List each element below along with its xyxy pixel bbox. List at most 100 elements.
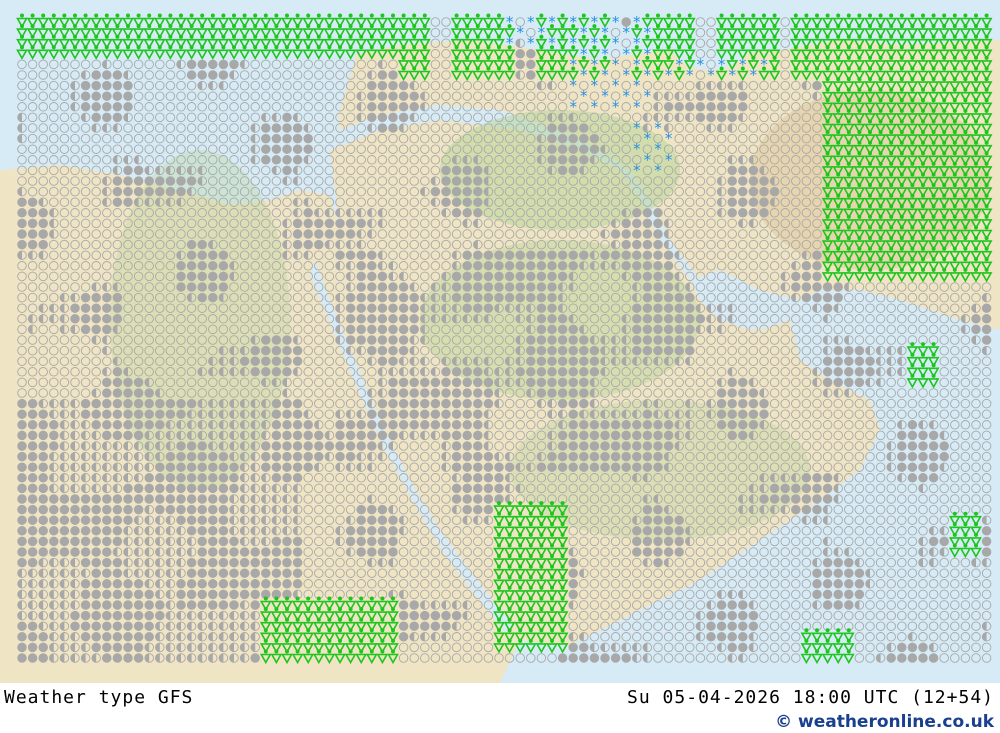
overcast-symbol <box>133 377 144 388</box>
overcast-symbol <box>462 282 472 292</box>
rain-drop-symbol <box>168 34 173 39</box>
overcast-symbol <box>536 282 547 292</box>
rain-drop-symbol <box>179 45 183 50</box>
overcast-symbol <box>557 430 568 441</box>
rain-drop-symbol <box>730 55 735 60</box>
overcast-symbol <box>155 420 165 430</box>
rain-drop-symbol <box>931 151 936 156</box>
rain-drop-symbol <box>857 172 862 177</box>
overcast-symbol <box>292 345 303 356</box>
rain-drop-symbol <box>232 45 236 50</box>
rain-drop-symbol <box>338 45 342 50</box>
rain-drop-symbol <box>380 24 385 29</box>
overcast-symbol <box>208 271 218 282</box>
overcast-symbol <box>621 261 631 271</box>
rain-drop-symbol <box>348 34 353 39</box>
overcast-symbol <box>536 314 547 324</box>
rain-drop-symbol <box>931 98 936 103</box>
overcast-symbol <box>271 420 282 430</box>
overcast-symbol <box>621 420 631 430</box>
overcast-symbol <box>473 420 483 430</box>
overcast-symbol <box>441 388 451 398</box>
overcast-symbol <box>706 91 716 101</box>
overcast-symbol <box>526 377 536 388</box>
overcast-symbol <box>547 250 557 260</box>
overcast-symbol <box>271 398 282 409</box>
rain-drop-symbol <box>189 13 194 18</box>
overcast-symbol <box>324 229 335 239</box>
overcast-symbol <box>451 208 462 218</box>
overcast-symbol <box>695 314 706 324</box>
overcast-symbol <box>133 165 144 176</box>
overcast-symbol <box>388 91 398 101</box>
rain-drop-symbol <box>846 257 851 262</box>
overcast-symbol <box>208 292 218 303</box>
overcast-symbol <box>642 282 653 292</box>
rain-drop-symbol <box>327 13 332 18</box>
overcast-symbol <box>727 208 737 218</box>
rain-drop-symbol <box>836 87 841 92</box>
overcast-symbol <box>80 324 91 335</box>
rain-drop-symbol <box>942 87 947 92</box>
overcast-symbol <box>112 102 123 112</box>
overcast-symbol <box>515 261 525 271</box>
overcast-symbol <box>282 409 292 419</box>
overcast-symbol <box>981 303 992 313</box>
rain-drop-symbol <box>846 193 851 198</box>
rain-drop-symbol <box>963 55 968 60</box>
overcast-symbol <box>345 303 356 313</box>
overcast-symbol <box>367 324 377 335</box>
overcast-symbol <box>557 398 568 409</box>
overcast-symbol <box>38 218 48 229</box>
rain-drop-symbol <box>200 24 205 29</box>
overcast-symbol <box>133 398 144 409</box>
overcast-symbol <box>367 409 377 419</box>
rain-drop-symbol <box>836 45 841 50</box>
rain-drop-symbol <box>984 172 989 177</box>
rain-drop-symbol <box>825 236 830 241</box>
rain-drop-symbol <box>253 34 258 39</box>
rain-drop-symbol <box>825 151 830 156</box>
rain-drop-symbol <box>136 45 141 50</box>
overcast-symbol <box>345 441 356 451</box>
overcast-symbol <box>367 250 377 260</box>
overcast-symbol <box>271 409 282 419</box>
overcast-symbol <box>727 197 737 207</box>
rain-drop-symbol <box>952 214 957 219</box>
rain-drop-symbol <box>391 34 395 39</box>
overcast-symbol <box>197 292 207 303</box>
rain-drop-symbol <box>931 342 936 347</box>
rain-drop-symbol <box>942 236 947 241</box>
overcast-symbol <box>812 282 822 292</box>
overcast-symbol <box>494 250 504 260</box>
rain-drop-symbol <box>550 45 554 50</box>
overcast-symbol <box>653 303 663 313</box>
overcast-symbol <box>133 409 144 419</box>
rain-drop-symbol <box>20 13 24 18</box>
rain-drop-symbol <box>974 204 978 209</box>
rain-drop-symbol <box>899 119 904 124</box>
overcast-symbol <box>377 282 388 292</box>
overcast-symbol <box>398 335 409 345</box>
overcast-symbol <box>292 123 303 133</box>
rain-drop-symbol <box>836 246 841 251</box>
snow-symbol: * <box>548 13 556 31</box>
rain-drop-symbol <box>454 66 459 71</box>
rain-drop-symbol <box>984 236 989 241</box>
overcast-symbol <box>430 377 441 388</box>
overcast-symbol <box>759 176 769 186</box>
overcast-symbol <box>663 250 674 260</box>
rain-drop-symbol <box>581 34 586 39</box>
rain-drop-symbol <box>825 24 830 29</box>
overcast-symbol <box>356 218 366 229</box>
overcast-symbol <box>102 430 112 441</box>
rain-drop-symbol <box>910 161 915 166</box>
overcast-symbol <box>632 239 642 250</box>
overcast-symbol <box>547 144 557 154</box>
rain-drop-symbol <box>984 108 989 113</box>
rain-drop-symbol <box>825 172 830 177</box>
overcast-symbol <box>112 430 123 441</box>
overcast-symbol <box>748 409 759 419</box>
overcast-symbol <box>123 197 133 207</box>
overcast-symbol <box>282 441 292 451</box>
